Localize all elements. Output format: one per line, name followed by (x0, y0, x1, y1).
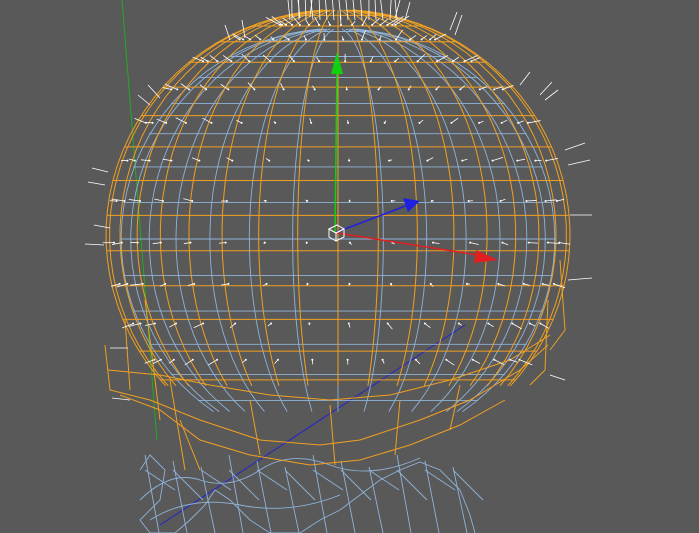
gizmo-z-arrow-icon[interactable] (403, 198, 420, 212)
gizmo-z-axis[interactable] (336, 204, 409, 233)
gizmo-x-arrow-icon[interactable] (474, 250, 498, 263)
gizmo-x-axis[interactable] (336, 232, 479, 256)
viewport-canvas[interactable] (0, 0, 699, 533)
world-z-axis-line (159, 324, 466, 526)
gizmo-y-arrow-icon[interactable] (331, 52, 343, 74)
transform-gizmo[interactable] (327, 52, 498, 263)
gizmo-y-axis[interactable] (334, 69, 338, 233)
3d-viewport[interactable] (0, 0, 699, 533)
